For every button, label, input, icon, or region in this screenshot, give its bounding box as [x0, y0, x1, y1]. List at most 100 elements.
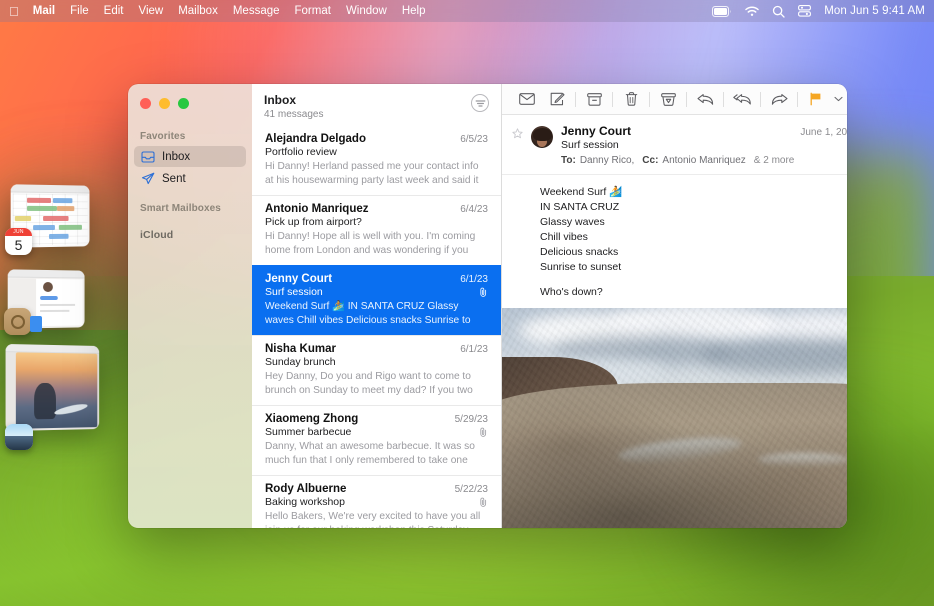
minimize-button[interactable]	[159, 98, 170, 109]
message-preview: Hey Danny, Do you and Rigo want to come …	[265, 371, 473, 396]
message-header: Jenny Court June 1, 2023, 7:20 PM Surf s…	[502, 115, 847, 175]
paper-plane-icon	[140, 172, 155, 186]
double-chevron-right-icon[interactable]	[845, 87, 847, 112]
filter-icon[interactable]	[471, 94, 489, 112]
sidebar-item-inbox[interactable]: Inbox	[134, 146, 246, 167]
flag-icon[interactable]	[801, 87, 831, 112]
calendar-event	[49, 233, 69, 240]
message-row-subject-line: Surf session	[265, 286, 488, 298]
message-header-subject-row: Surf session	[561, 139, 847, 151]
contacts-app-icon[interactable]	[4, 308, 31, 335]
body-line: Delicious snacks	[540, 245, 619, 258]
contacts-avatar	[43, 281, 53, 293]
body-line: Weekend Surf 🏄	[540, 186, 623, 198]
message-row-top: Antonio Manriquez 6/4/23	[265, 203, 488, 215]
attachment-image[interactable]	[502, 308, 847, 528]
menu-bar-clock[interactable]: Mon Jun 5 9:41 AM	[824, 5, 925, 17]
message-sender: Nisha Kumar	[265, 343, 336, 355]
body-line: IN SANTA CRUZ	[540, 200, 620, 213]
menu-item-mail[interactable]: Mail	[33, 5, 55, 17]
archive-box-icon[interactable]	[579, 87, 609, 112]
message-row-subject-line: Pick up from airport?	[265, 216, 488, 228]
star-outline-icon[interactable]	[512, 124, 523, 139]
toolbar-separator	[760, 91, 761, 107]
forward-arrow-icon[interactable]	[764, 87, 794, 112]
inbox-tray-icon	[140, 150, 155, 164]
avatar-hair	[532, 127, 552, 141]
photos-preview-image	[15, 352, 98, 429]
message-header-main: Jenny Court June 1, 2023, 7:20 PM Surf s…	[561, 124, 847, 166]
calendar-window-titlebar	[10, 184, 90, 194]
menu-item-mailbox[interactable]: Mailbox	[178, 5, 218, 17]
contacts-window-tab[interactable]	[30, 316, 42, 332]
message-subject: Surf session	[561, 139, 619, 151]
toolbar-separator	[797, 91, 798, 107]
message-preview: Hi Danny! Herland passed me your contact…	[265, 161, 479, 186]
message-subject: Portfolio review	[265, 146, 337, 158]
message-row-subject-line: Sunday brunch	[265, 356, 488, 368]
table-row[interactable]: Jenny Court 6/1/23 Surf session Weekend …	[252, 265, 501, 335]
control-center-icon[interactable]	[798, 5, 812, 17]
photos-window[interactable]	[5, 343, 100, 432]
calendar-app-icon[interactable]: JUN 5	[5, 228, 32, 255]
envelope-icon[interactable]	[512, 87, 542, 112]
photos-app-icon[interactable]	[5, 424, 33, 450]
cc-recipient[interactable]: Antonio Manriquez	[662, 155, 745, 166]
mailbox-sidebar: Favorites Inbox Sent Smart Mailboxes iCl…	[128, 84, 252, 528]
to-label: To:	[561, 154, 576, 166]
menu-item-format[interactable]: Format	[295, 5, 331, 17]
close-button[interactable]	[140, 98, 151, 109]
trash-icon[interactable]	[616, 87, 646, 112]
to-recipient[interactable]: Danny Rico,	[580, 155, 634, 166]
menu-item-window[interactable]: Window	[346, 5, 387, 17]
junk-bin-icon[interactable]	[653, 87, 683, 112]
photos-icon-sky	[5, 424, 33, 436]
photo-surfboard	[53, 401, 89, 416]
toolbar-separator	[686, 91, 687, 107]
compose-icon[interactable]	[542, 87, 572, 112]
calendar-event	[14, 216, 32, 222]
calendar-event	[43, 216, 69, 222]
menu-bar-status-area: Mon Jun 5 9:41 AM	[712, 5, 925, 18]
table-row[interactable]: Nisha Kumar 6/1/23 Sunday brunch Hey Dan…	[252, 335, 501, 405]
table-row[interactable]: Antonio Manriquez 6/4/23 Pick up from ai…	[252, 195, 501, 265]
message-subject: Sunday brunch	[265, 356, 336, 368]
more-recipients[interactable]: & 2 more	[754, 155, 795, 166]
battery-icon[interactable]	[712, 5, 732, 17]
paperclip-icon	[479, 497, 488, 507]
message-list-title-group: Inbox 41 messages	[264, 93, 323, 120]
sidebar-item-sent[interactable]: Sent	[134, 168, 246, 189]
wifi-icon[interactable]	[745, 5, 759, 17]
message-timestamp: June 1, 2023, 7:20 PM	[800, 127, 847, 138]
table-row[interactable]: Xiaomeng Zhong 5/29/23 Summer barbecue D…	[252, 405, 501, 475]
message-row-subject-line: Portfolio review	[265, 146, 488, 158]
photo-vignette	[502, 308, 847, 528]
reply-all-arrow-icon[interactable]	[727, 87, 757, 112]
body-line: Chill vibes	[540, 230, 588, 243]
calendar-event	[27, 205, 57, 212]
body-line: Glassy waves	[540, 215, 605, 228]
message-date: 6/1/23	[460, 274, 488, 285]
zoom-button[interactable]	[178, 98, 189, 109]
message-row-subject-line: Baking workshop	[265, 496, 488, 508]
menu-item-message[interactable]: Message	[233, 5, 280, 17]
avatar[interactable]	[531, 126, 553, 148]
message-list: Inbox 41 messages Alejandra Delgado 6/5/…	[252, 84, 502, 528]
sidebar-section-favorites: Favorites	[140, 131, 186, 142]
menu-item-file[interactable]: File	[70, 5, 89, 17]
search-icon[interactable]	[772, 5, 785, 18]
table-row[interactable]: Rody Albuerne 5/22/23 Baking workshop He…	[252, 475, 501, 528]
apple-logo-icon[interactable]: 	[9, 5, 19, 18]
message-date: 6/4/23	[460, 204, 488, 215]
calendar-icon-day: 5	[14, 237, 23, 253]
menu-item-help[interactable]: Help	[402, 5, 426, 17]
mail-toolbar	[502, 84, 847, 115]
menu-item-view[interactable]: View	[138, 5, 163, 17]
menu-item-edit[interactable]: Edit	[104, 5, 124, 17]
contacts-field	[40, 303, 76, 307]
reply-arrow-icon[interactable]	[690, 87, 720, 112]
chevron-down-icon[interactable]	[831, 96, 845, 102]
message-subject: Baking workshop	[265, 496, 345, 508]
message-date: 6/1/23	[460, 344, 488, 355]
table-row[interactable]: Alejandra Delgado 6/5/23 Portfolio revie…	[252, 126, 501, 195]
